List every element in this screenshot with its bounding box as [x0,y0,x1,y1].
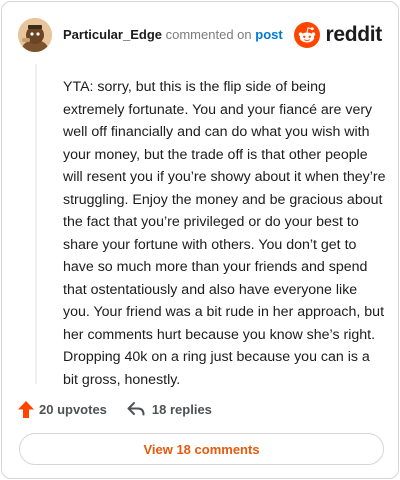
upvote-count: 20 upvotes [39,401,107,417]
reply-count: 18 replies [151,401,212,417]
comment-text: YTA: sorry, but this is the flip side of… [63,79,386,388]
username[interactable]: Particular_Edge [63,27,162,42]
reddit-wordmark: reddit [325,23,382,46]
commented-on-label: commented on [165,27,252,42]
post-link[interactable]: post [255,27,282,42]
upvote-arrow-icon [18,400,34,418]
comment-header: Particular_Edge commented on post reddit [18,18,384,52]
comment-card: Particular_Edge commented on post reddit… [1,1,399,479]
comment-meta: Particular_Edge commented on post [63,27,283,42]
upvote-button[interactable]: 20 upvotes [18,400,107,418]
reddit-alien-icon [294,22,321,48]
thread-line[interactable] [35,64,37,384]
view-comments-button[interactable]: View 18 comments [19,433,384,465]
snoo-avatar-icon[interactable] [18,18,52,52]
comment-actions: 20 upvotes 18 replies [18,398,212,420]
reply-arrow-icon [127,402,145,416]
replies-button[interactable]: 18 replies [127,401,212,417]
reddit-logo[interactable]: reddit [294,22,382,48]
